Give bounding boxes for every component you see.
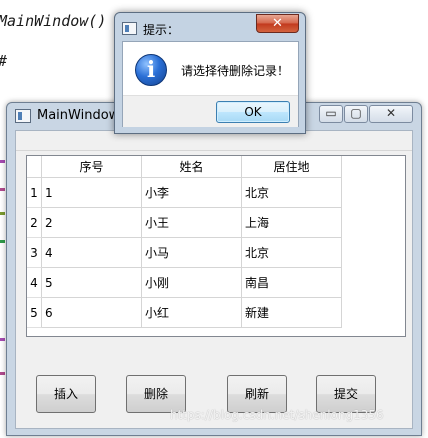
dialog-close-button[interactable]: ✕	[256, 14, 299, 33]
dialog-button-bar: OK	[123, 95, 298, 127]
maximize-button[interactable]: ▢	[344, 105, 368, 123]
table-cell[interactable]: 2	[42, 208, 142, 238]
information-icon: i	[135, 54, 167, 86]
message-box-dialog: 提示： ✕ i 请选择待删除记录！ OK	[114, 12, 306, 134]
dialog-title: 提示：	[143, 23, 180, 37]
gutter-mark	[0, 240, 5, 243]
row-header[interactable]: 3	[27, 238, 42, 268]
table-cell[interactable]: 北京	[242, 238, 342, 268]
main-client-area: 序号 姓名 居住地 1 1 小李 北京 2 2 小王 上海 3 4 小马 北京 …	[15, 130, 413, 429]
ok-button[interactable]: OK	[216, 101, 290, 123]
code-line: #	[0, 52, 7, 70]
table-cell[interactable]: 上海	[242, 208, 342, 238]
gutter-mark	[0, 212, 5, 215]
row-header[interactable]: 1	[27, 178, 42, 208]
gutter-mark	[0, 372, 5, 375]
gutter-mark	[0, 160, 5, 163]
insert-button[interactable]: 插入	[36, 375, 96, 413]
main-window-title: MainWindow	[37, 108, 120, 123]
table-cell[interactable]: 4	[42, 238, 142, 268]
table-cell[interactable]: 5	[42, 268, 142, 298]
menu-bar	[16, 131, 412, 151]
gutter-mark	[0, 338, 5, 341]
dialog-client-area: i 请选择待删除记录！ OK	[122, 41, 299, 127]
window-app-icon	[15, 109, 31, 123]
column-header-id[interactable]: 序号	[42, 156, 142, 178]
row-header[interactable]: 5	[27, 298, 42, 328]
table-cell[interactable]: 小刚	[142, 268, 242, 298]
table-cell[interactable]: 小李	[142, 178, 242, 208]
table-cell[interactable]: 小红	[142, 298, 242, 328]
column-header-name[interactable]: 姓名	[142, 156, 242, 178]
gutter-mark	[0, 188, 5, 191]
dialog-message: 请选择待删除记录！	[181, 64, 290, 78]
table-view[interactable]: 序号 姓名 居住地 1 1 小李 北京 2 2 小王 上海 3 4 小马 北京 …	[26, 155, 406, 337]
dialog-app-icon	[122, 22, 137, 35]
close-button[interactable]: ✕	[369, 105, 413, 123]
column-header-residence[interactable]: 居住地	[242, 156, 342, 178]
table-cell[interactable]: 南昌	[242, 268, 342, 298]
code-line: MainWindow()	[0, 12, 107, 30]
watermark: https://blog.csdn.net/shenlong1356	[170, 408, 384, 422]
main-window: MainWindow ▭ ▢ ✕ 序号 姓名 居住地 1 1 小李 北京 2 2…	[6, 102, 422, 436]
table-cell[interactable]: 小马	[142, 238, 242, 268]
minimize-button[interactable]: ▭	[319, 105, 343, 123]
table-corner-button[interactable]	[27, 156, 42, 178]
table-cell[interactable]: 新建	[242, 298, 342, 328]
row-header[interactable]: 2	[27, 208, 42, 238]
row-header[interactable]: 4	[27, 268, 42, 298]
table-cell[interactable]: 小王	[142, 208, 242, 238]
table-cell[interactable]: 北京	[242, 178, 342, 208]
table-cell[interactable]: 1	[42, 178, 142, 208]
table-cell[interactable]: 6	[42, 298, 142, 328]
